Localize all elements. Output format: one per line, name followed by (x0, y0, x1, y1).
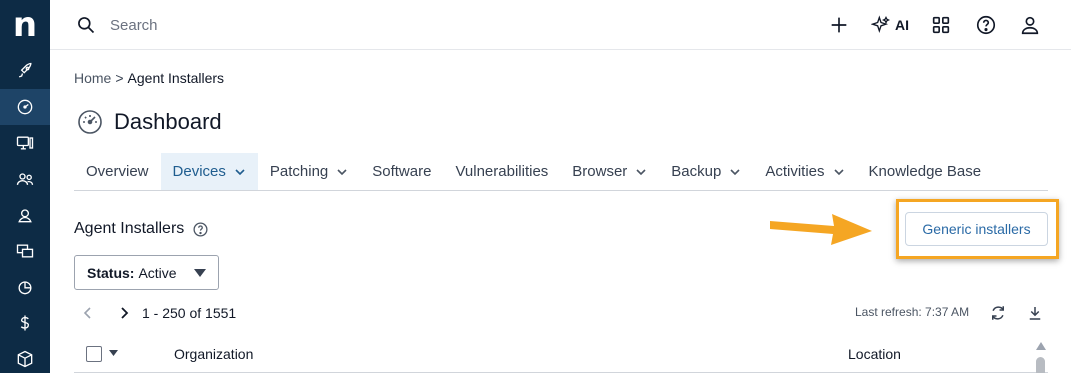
pagination: 1 - 250 of 1551 (80, 303, 236, 323)
column-header-organization[interactable]: Organization (174, 346, 253, 362)
tab-label: Backup (671, 163, 722, 180)
chevron-down-icon (833, 168, 844, 175)
tab-label: Knowledge Base (868, 163, 982, 180)
breadcrumb: Home > Agent Installers (74, 70, 224, 86)
select-all-checkbox[interactable] (86, 346, 102, 362)
tab-activities[interactable]: Activities (753, 153, 856, 190)
tab-patching[interactable]: Patching (258, 153, 360, 190)
remote-icon[interactable] (0, 233, 50, 269)
chevron-down-icon (337, 168, 347, 175)
plus-icon (831, 17, 847, 33)
page-header: Dashboard (76, 108, 222, 136)
status-filter-dropdown[interactable]: Status: Active (74, 255, 219, 290)
last-refresh-text: Last refresh: 7:37 AM (855, 305, 970, 319)
devices-icon[interactable] (0, 125, 50, 161)
apps-button[interactable] (930, 13, 952, 37)
tab-knowledge-base[interactable]: Knowledge Base (857, 153, 994, 190)
search-icon (78, 17, 95, 34)
tab-devices[interactable]: Devices (160, 153, 258, 190)
previous-page-icon[interactable] (80, 305, 96, 321)
caret-down-icon[interactable] (109, 350, 118, 356)
pagination-range: 1 - 250 of 1551 (142, 305, 237, 321)
chevron-down-icon (730, 168, 740, 175)
tab-label: Browser (572, 163, 628, 180)
sidebar: n (0, 0, 50, 373)
search-input[interactable] (110, 14, 410, 36)
chevron-down-icon (636, 168, 646, 175)
user-icon (1021, 16, 1039, 35)
tab-browser[interactable]: Browser (560, 153, 659, 190)
tab-label: Devices (172, 163, 226, 180)
billing-icon[interactable] (0, 305, 50, 341)
rocket-icon[interactable] (0, 53, 50, 89)
page-title: Dashboard (114, 109, 222, 134)
column-header-location[interactable]: Location (848, 346, 901, 362)
ai-label: AI (895, 17, 909, 33)
status-filter-value: Active (138, 264, 177, 281)
breadcrumb-separator: > (115, 70, 124, 86)
chevron-down-icon (235, 168, 245, 175)
tab-bar: Overview Devices Patching Software Vulnerabi… (74, 153, 1048, 191)
status-filter-label: Status: (87, 264, 135, 281)
next-page-icon[interactable] (116, 305, 132, 321)
section-title: Agent Installers (74, 220, 185, 237)
tab-vulnerabilities[interactable]: Vulnerabilities (443, 153, 560, 190)
reports-icon[interactable] (0, 269, 50, 305)
annotation-arrow-icon (770, 214, 872, 245)
tab-label: Overview (86, 163, 149, 180)
dashboard-icon[interactable] (0, 89, 50, 125)
table-header: Organization Location (74, 338, 1048, 373)
tab-label: Software (372, 163, 432, 180)
tab-label: Activities (765, 163, 825, 180)
download-icon[interactable] (1026, 304, 1044, 322)
user-menu-button[interactable] (1019, 13, 1041, 37)
apps-grid-icon (932, 16, 950, 34)
generic-installers-button[interactable]: Generic installers (905, 212, 1048, 246)
scroll-up-icon[interactable] (1036, 342, 1046, 350)
tab-overview[interactable]: Overview (74, 153, 161, 190)
top-bar: AI (50, 0, 1071, 50)
ai-button[interactable]: AI (868, 13, 912, 37)
breadcrumb-home[interactable]: Home (74, 70, 111, 86)
add-button[interactable] (828, 13, 850, 37)
caret-down-icon (194, 269, 206, 277)
scrollbar-thumb[interactable] (1036, 357, 1045, 373)
tab-label: Vulnerabilities (455, 163, 549, 180)
help-icon (976, 15, 996, 35)
breadcrumb-current: Agent Installers (127, 70, 225, 86)
dashboard-icon (78, 110, 102, 134)
tab-backup[interactable]: Backup (659, 153, 753, 190)
users-icon[interactable] (0, 161, 50, 197)
tab-software[interactable]: Software (360, 153, 443, 190)
refresh-icon[interactable] (989, 304, 1007, 322)
help-button[interactable] (975, 13, 997, 37)
section-header: Agent Installers (74, 220, 209, 238)
app-logo[interactable]: n (9, 8, 41, 44)
technician-icon[interactable] (0, 197, 50, 233)
package-icon[interactable] (0, 341, 50, 373)
tab-label: Patching (269, 163, 329, 180)
help-icon[interactable] (192, 221, 209, 238)
sparkle-icon (871, 15, 890, 33)
